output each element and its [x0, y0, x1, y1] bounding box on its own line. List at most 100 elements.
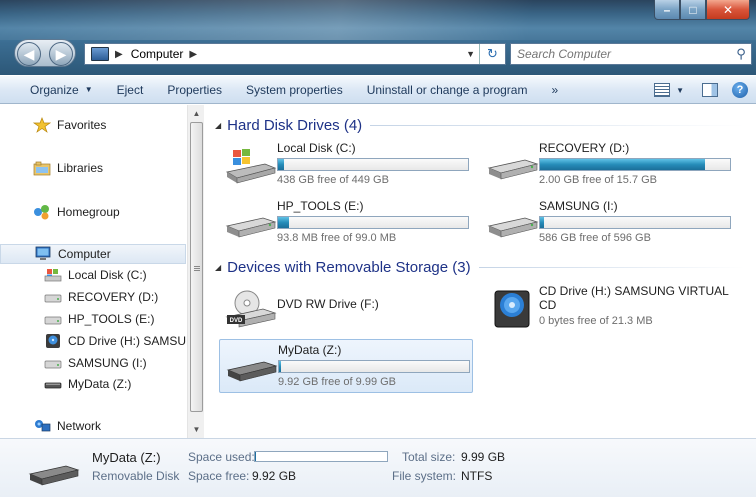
svg-text:DVD: DVD	[230, 318, 243, 324]
filesystem-value: NTFS	[461, 469, 493, 483]
system-properties-button[interactable]: System properties	[234, 78, 355, 102]
back-button[interactable]: ◀	[17, 42, 41, 66]
scroll-thumb[interactable]	[190, 122, 203, 412]
details-pane: MyData (Z:) Removable Disk Space used: S…	[0, 438, 756, 497]
drive-tile-e[interactable]: HP_TOOLS (E:) 93.8 MB free of 99.0 MB	[219, 196, 473, 250]
sidebar-scrollbar[interactable]: ▲ ▼	[187, 105, 204, 438]
capacity-fill	[279, 361, 281, 372]
drive-free-space: 0 bytes free of 21.3 MB	[539, 315, 653, 327]
computer-icon	[35, 246, 51, 260]
sidebar-item-network[interactable]: Network	[0, 416, 101, 436]
removable-disk-icon	[28, 465, 80, 486]
group-divider	[478, 266, 745, 268]
sidebar-item-label: CD Drive (H:) SAMSUN	[68, 334, 195, 348]
windows-drive-icon	[44, 269, 62, 282]
cd-drive-icon	[494, 290, 530, 328]
uninstall-program-button[interactable]: Uninstall or change a program	[355, 78, 540, 102]
grip-icon	[194, 266, 200, 272]
space-used-bar	[254, 451, 388, 462]
group-title: Hard Disk Drives (4)	[227, 116, 363, 134]
sidebar-item-drive-z[interactable]: MyData (Z:)	[0, 374, 131, 394]
maximize-button[interactable]: □	[680, 0, 706, 20]
navigation-bar: ◀ ▶ ▶ Computer ▶ ▼ ↻ ⚲	[0, 37, 756, 71]
close-button[interactable]: ✕	[706, 0, 750, 20]
drive-name: HP_TOOLS (E:)	[277, 199, 364, 213]
minimize-button[interactable]: –	[654, 0, 680, 20]
capacity-fill	[540, 217, 544, 228]
sidebar-item-label: SAMSUNG (I:)	[68, 356, 147, 370]
cd-drive-icon	[46, 334, 60, 348]
capacity-bar	[539, 158, 731, 171]
drive-tile-d[interactable]: RECOVERY (D:) 2.00 GB free of 15.7 GB	[481, 138, 735, 192]
sidebar-item-label: Libraries	[57, 161, 104, 175]
details-type: Removable Disk	[92, 469, 180, 483]
drive-free-space: 586 GB free of 596 GB	[539, 232, 651, 244]
search-box[interactable]: ⚲	[510, 43, 752, 65]
collapse-triangle-icon[interactable]: ◢	[215, 121, 221, 130]
collapse-triangle-icon[interactable]: ◢	[215, 263, 221, 272]
search-input[interactable]	[517, 47, 731, 61]
change-view-icon[interactable]	[654, 83, 671, 97]
more-commands-button[interactable]: »	[539, 78, 570, 102]
help-icon[interactable]: ?	[732, 82, 748, 98]
organize-button[interactable]: Organize ▼	[0, 78, 105, 102]
computer-icon	[91, 47, 109, 61]
scroll-down-icon[interactable]: ▼	[188, 421, 205, 438]
total-size-label: Total size:	[402, 450, 456, 464]
hard-drive-icon	[487, 159, 539, 180]
drive-name: CD Drive (H:) SAMSUNG VIRTUAL	[539, 284, 729, 298]
drive-tile-f[interactable]: DVD DVD RW Drive (F:)	[219, 281, 473, 335]
preview-pane-icon[interactable]	[702, 83, 718, 97]
sidebar-item-favorites[interactable]: Favorites	[0, 115, 106, 135]
space-used-label: Space used:	[188, 450, 255, 464]
space-free-value: 9.92 GB	[252, 469, 297, 483]
refresh-icon[interactable]: ↻	[479, 44, 505, 64]
breadcrumb-chevron-icon[interactable]: ▶	[189, 49, 197, 60]
group-header-hard-disk-drives[interactable]: ◢ Hard Disk Drives (4)	[215, 115, 745, 135]
sidebar-item-drive-h[interactable]: CD Drive (H:) SAMSUN	[0, 331, 195, 351]
properties-button[interactable]: Properties	[155, 78, 234, 102]
drive-name: SAMSUNG (I:)	[539, 199, 618, 213]
view-controls: ▼ ?	[654, 78, 748, 102]
sidebar-item-computer[interactable]: Computer	[0, 244, 186, 264]
details-name: MyData (Z:)	[92, 450, 161, 465]
sidebar-item-libraries[interactable]: Libraries	[0, 158, 103, 178]
explorer-window: – □ ✕ ◀ ▶ ▶ Computer ▶ ▼ ↻ ⚲ Organize ▼ E…	[0, 0, 756, 497]
windows-drive-icon	[225, 149, 277, 184]
breadcrumb-computer[interactable]: Computer	[131, 47, 184, 61]
capacity-fill	[278, 217, 290, 228]
hard-drive-icon	[225, 217, 277, 238]
space-free-label: Space free:	[188, 469, 250, 483]
total-size-value: 9.99 GB	[461, 450, 506, 464]
sidebar-item-drive-d[interactable]: RECOVERY (D:)	[0, 287, 158, 307]
scroll-up-icon[interactable]: ▲	[188, 105, 205, 122]
sidebar-item-drive-i[interactable]: SAMSUNG (I:)	[0, 353, 147, 373]
drive-tile-i[interactable]: SAMSUNG (I:) 586 GB free of 596 GB	[481, 196, 735, 250]
removable-disk-icon	[226, 361, 278, 382]
organize-label: Organize	[30, 82, 79, 97]
capacity-bar	[277, 216, 469, 229]
group-header-removable-storage[interactable]: ◢ Devices with Removable Storage (3)	[215, 257, 745, 277]
drive-free-space: 93.8 MB free of 99.0 MB	[277, 232, 397, 244]
drive-tile-h[interactable]: CD Drive (H:) SAMSUNG VIRTUAL CD 0 bytes…	[481, 281, 735, 337]
sidebar-item-drive-e[interactable]: HP_TOOLS (E:)	[0, 309, 154, 329]
forward-button[interactable]: ▶	[49, 42, 73, 66]
navigation-pane: Favorites Libraries Homegroup Computer L…	[0, 105, 204, 438]
star-icon	[33, 117, 51, 133]
capacity-bar	[277, 158, 469, 171]
drive-tile-z[interactable]: MyData (Z:) 9.92 GB free of 9.99 GB	[219, 339, 473, 393]
eject-button[interactable]: Eject	[105, 78, 156, 102]
view-dropdown-icon[interactable]: ▼	[676, 86, 684, 95]
drive-tile-c[interactable]: Local Disk (C:) 438 GB free of 449 GB	[219, 138, 473, 192]
sidebar-item-homegroup[interactable]: Homegroup	[0, 202, 120, 222]
drive-name: RECOVERY (D:)	[539, 141, 630, 155]
chevron-down-icon: ▼	[84, 85, 93, 94]
sidebar-item-label: Computer	[58, 247, 111, 261]
breadcrumb-chevron-icon[interactable]: ▶	[115, 49, 123, 60]
address-bar[interactable]: ▶ Computer ▶ ▼ ↻	[84, 43, 506, 65]
caption-buttons: – □ ✕	[654, 0, 750, 20]
search-icon[interactable]: ⚲	[731, 46, 751, 62]
address-dropdown-icon[interactable]: ▼	[466, 49, 475, 59]
drive-name: Local Disk (C:)	[277, 141, 356, 155]
sidebar-item-drive-c[interactable]: Local Disk (C:)	[0, 265, 147, 285]
